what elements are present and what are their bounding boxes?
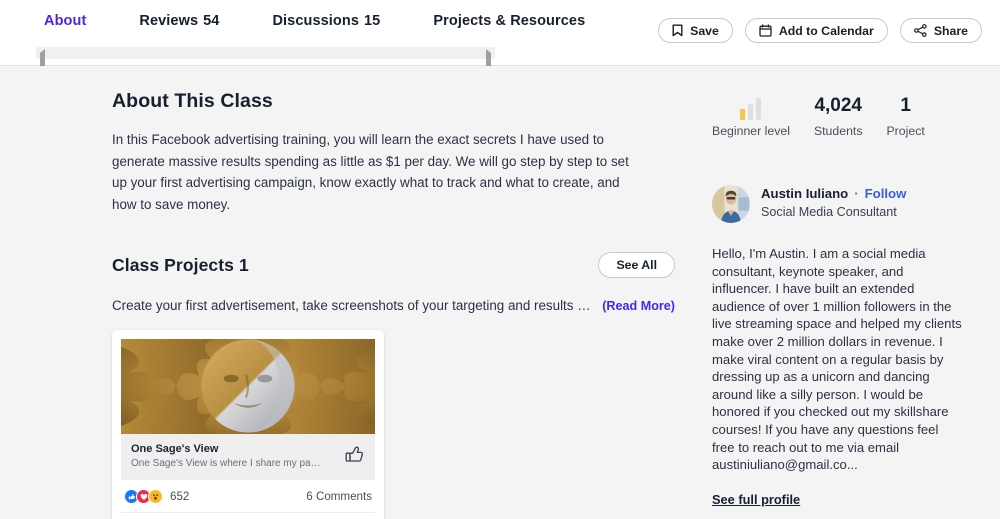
reaction-icons: 652 bbox=[124, 489, 189, 504]
embed-comments-count[interactable]: 6 Comments bbox=[306, 490, 372, 503]
project-card-footer: Sarrah West 1 like 1 comment bbox=[121, 512, 375, 519]
class-projects-title: Class Projects 1 bbox=[112, 254, 249, 275]
save-button[interactable]: Save bbox=[658, 18, 733, 43]
tab-projects-resources[interactable]: Projects & Resources bbox=[433, 0, 585, 52]
stat-projects-value: 1 bbox=[900, 95, 911, 116]
bookmark-icon bbox=[672, 24, 683, 37]
stat-students-label: Students bbox=[813, 124, 863, 138]
instructor-block: Austin Iuliano · Follow Social Media Con… bbox=[712, 185, 962, 223]
class-stats: Beginner level 4,024 Students 1 Project bbox=[712, 94, 962, 138]
top-tab-bar: About Reviews 54 Discussions 15 Projects &… bbox=[0, 0, 1000, 85]
link-preview-subtitle: One Sage's View is where I share my pass… bbox=[131, 458, 321, 469]
sidebar-column: Beginner level 4,024 Students 1 Project bbox=[712, 66, 962, 519]
save-button-label: Save bbox=[690, 23, 719, 38]
link-preview-title: One Sage's View bbox=[131, 443, 219, 455]
add-to-calendar-button-label: Add to Calendar bbox=[778, 23, 874, 38]
instructor-separator: · bbox=[854, 186, 859, 201]
stat-projects-label: Project bbox=[886, 124, 925, 138]
header-actions: Save Add to Calendar Share bbox=[658, 18, 982, 43]
thumbs-up-icon[interactable] bbox=[344, 444, 365, 470]
tab-reviews-label: Reviews bbox=[139, 13, 199, 29]
class-project-description: Create your first advertisement, take sc… bbox=[112, 298, 593, 313]
stat-level: Beginner level bbox=[712, 98, 790, 138]
reaction-wow-icon bbox=[148, 489, 163, 504]
sun-moon-relief-image bbox=[121, 339, 375, 434]
level-bars-icon bbox=[712, 98, 790, 120]
about-this-class-title: About This Class bbox=[112, 90, 273, 112]
about-this-class-body: In this Facebook advertising training, y… bbox=[112, 132, 629, 212]
tab-discussions-label: Discussions bbox=[272, 13, 359, 29]
tab-list: About Reviews 54 Discussions 15 Projects &… bbox=[44, 0, 638, 59]
tab-projects-resources-label: Projects & Resources bbox=[433, 13, 586, 29]
tab-reviews-count: 54 bbox=[203, 13, 220, 29]
reaction-count: 652 bbox=[170, 490, 190, 503]
instructor-avatar[interactable] bbox=[712, 185, 750, 223]
tab-about[interactable]: About bbox=[44, 0, 87, 59]
tab-discussions-count: 15 bbox=[364, 13, 381, 29]
stat-students: 4,024 Students bbox=[814, 94, 863, 138]
add-to-calendar-button[interactable]: Add to Calendar bbox=[744, 18, 888, 43]
reactions-row: 652 6 Comments bbox=[121, 480, 375, 512]
instructor-name-row: Austin Iuliano · Follow bbox=[761, 185, 906, 202]
tab-scrollbar[interactable] bbox=[36, 47, 495, 85]
page-body: About This Class In this Facebook advert… bbox=[0, 66, 1000, 519]
follow-link[interactable]: Follow bbox=[865, 185, 907, 202]
main-content-column: About This Class In this Facebook advert… bbox=[112, 66, 675, 519]
stat-level-label: Beginner level bbox=[712, 124, 790, 138]
calendar-icon bbox=[759, 24, 772, 37]
link-preview-meta: One Sage's View One Sage's View is where… bbox=[121, 434, 375, 480]
share-icon bbox=[913, 24, 927, 37]
share-button-label: Share bbox=[933, 23, 968, 38]
see-all-button[interactable]: See All bbox=[598, 252, 675, 278]
instructor-bio: Hello, I'm Austin. I am a social media c… bbox=[712, 246, 962, 473]
instructor-info: Austin Iuliano · Follow Social Media Con… bbox=[761, 185, 906, 219]
read-more-link[interactable]: (Read More) bbox=[602, 297, 675, 316]
tab-about-label: About bbox=[44, 13, 87, 29]
see-full-profile-link[interactable]: See full profile bbox=[712, 492, 800, 507]
tab-discussions[interactable]: Discussions 15 bbox=[272, 0, 380, 52]
class-project-description-row: Create your first advertisement, take sc… bbox=[112, 296, 675, 316]
class-projects-header: Class Projects 1 See All bbox=[112, 251, 675, 279]
instructor-role: Social Media Consultant bbox=[761, 205, 897, 219]
share-button[interactable]: Share bbox=[899, 18, 982, 43]
project-card[interactable]: One Sage's View One Sage's View is where… bbox=[112, 330, 384, 519]
stat-projects: 1 Project bbox=[886, 94, 924, 138]
tab-reviews[interactable]: Reviews 54 bbox=[139, 0, 219, 52]
instructor-name[interactable]: Austin Iuliano bbox=[761, 185, 848, 202]
stat-students-value: 4,024 bbox=[814, 95, 862, 116]
link-preview-embed[interactable]: One Sage's View One Sage's View is where… bbox=[121, 339, 375, 480]
